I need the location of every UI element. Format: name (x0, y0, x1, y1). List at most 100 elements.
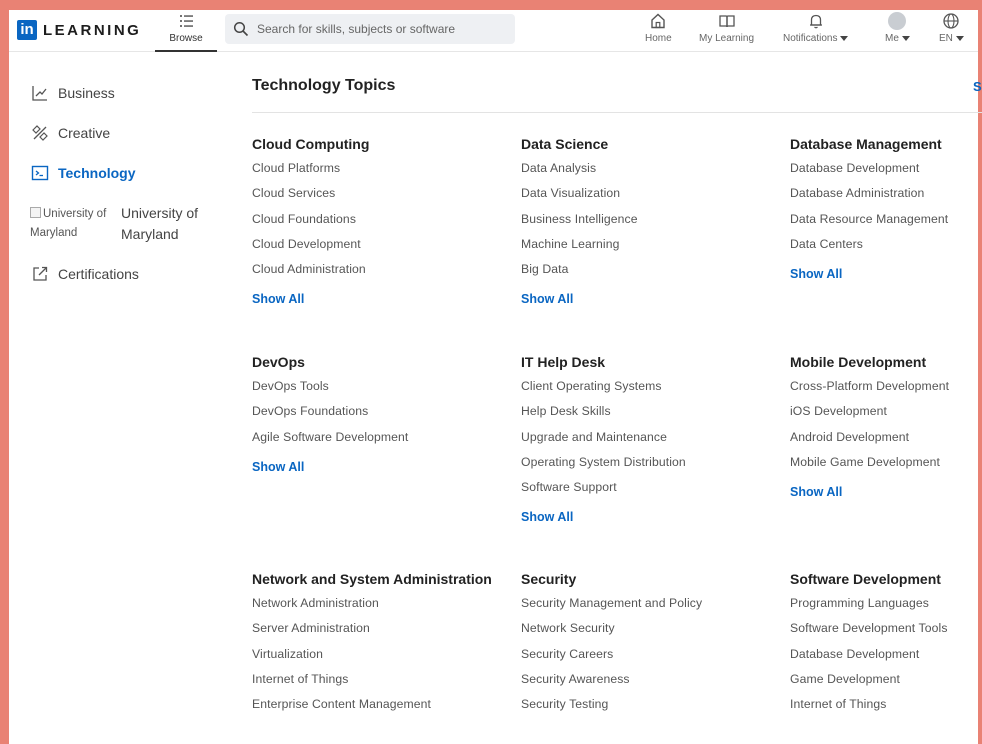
topic-link[interactable]: Mobile Game Development (790, 453, 980, 478)
topic-group-data-science: Data Science Data Analysis Data Visualiz… (521, 136, 781, 306)
university-name: University of Maryland (121, 205, 199, 242)
topic-link[interactable]: Server Administration (252, 619, 512, 644)
topic-link[interactable]: Software Support (521, 478, 781, 503)
topic-group-mobile-development: Mobile Development Cross-Platform Develo… (790, 354, 980, 499)
nav-my-learning[interactable]: My Learning (699, 12, 754, 44)
nav-notifications[interactable]: Notifications (783, 12, 849, 44)
topic-link[interactable]: Database Administration (790, 184, 980, 209)
sidebar-item-creative[interactable]: Creative (31, 124, 110, 142)
topic-link[interactable]: Cloud Administration (252, 260, 512, 285)
topic-link[interactable]: Cloud Development (252, 235, 512, 260)
search-bar[interactable] (225, 14, 515, 44)
topic-group-title[interactable]: IT Help Desk (521, 354, 781, 374)
topic-group-security: Security Security Management and Policy … (521, 571, 781, 720)
linkedin-logo-mark: in (17, 20, 37, 40)
topic-group-title[interactable]: Data Science (521, 136, 781, 156)
topic-link[interactable]: Internet of Things (252, 670, 512, 695)
show-all-link[interactable]: Show All (790, 267, 980, 281)
linkedin-learning-logo[interactable]: in LEARNING (17, 20, 141, 40)
search-input[interactable] (257, 22, 497, 36)
topic-group-database-management: Database Management Database Development… (790, 136, 980, 281)
topic-group-it-help-desk: IT Help Desk Client Operating Systems He… (521, 354, 781, 524)
divider (252, 112, 982, 113)
topic-link[interactable]: Security Testing (521, 695, 781, 720)
topic-group-title[interactable]: Software Development (790, 571, 980, 591)
screenshot-frame-top (0, 0, 982, 10)
topic-link[interactable]: Operating System Distribution (521, 453, 781, 478)
nav-home[interactable]: Home (645, 12, 672, 44)
topic-link[interactable]: Virtualization (252, 645, 512, 670)
topic-link[interactable]: Cloud Foundations (252, 210, 512, 235)
nav-me-label: Me (885, 33, 899, 44)
topic-link[interactable]: DevOps Tools (252, 377, 512, 402)
topic-link[interactable]: Enterprise Content Management (252, 695, 512, 720)
chart-icon (32, 86, 47, 101)
topic-link[interactable]: Data Analysis (521, 159, 781, 184)
top-nav-bar: in LEARNING Browse Home My Learning (9, 10, 978, 52)
list-menu-icon (180, 15, 193, 27)
topic-group-devops: DevOps DevOps Tools DevOps Foundations A… (252, 354, 512, 474)
topic-link[interactable]: DevOps Foundations (252, 402, 512, 427)
topic-link[interactable]: iOS Development (790, 402, 980, 427)
search-icon (233, 21, 249, 37)
topic-group-software-development: Software Development Programming Languag… (790, 571, 980, 720)
topic-link[interactable]: Security Management and Policy (521, 594, 781, 619)
topic-link[interactable]: Cloud Platforms (252, 159, 512, 184)
topic-link[interactable]: Network Administration (252, 594, 512, 619)
topic-link[interactable]: Software Development Tools (790, 619, 980, 644)
topic-group-title[interactable]: Mobile Development (790, 354, 980, 374)
topic-link[interactable]: Agile Software Development (252, 428, 512, 453)
browse-label: Browse (169, 33, 203, 44)
topic-group-title[interactable]: Security (521, 571, 781, 591)
university-logo-alt-text: University of Maryland (30, 208, 107, 239)
topic-group-title[interactable]: Database Management (790, 136, 980, 156)
topic-link[interactable]: Data Resource Management (790, 210, 980, 235)
topic-link[interactable]: Machine Learning (521, 235, 781, 260)
topic-link[interactable]: Programming Languages (790, 594, 980, 619)
external-link-icon (33, 266, 48, 281)
nav-my-learning-label: My Learning (699, 33, 755, 44)
show-all-link[interactable]: Show All (521, 510, 781, 524)
topic-link[interactable]: Internet of Things (790, 695, 980, 720)
topic-link[interactable]: Client Operating Systems (521, 377, 781, 402)
sidebar-item-label: Technology (58, 165, 136, 181)
topic-group-network-and-system-administration: Network and System Administration Networ… (252, 571, 512, 720)
terminal-icon (31, 165, 49, 181)
topic-group-title[interactable]: Cloud Computing (252, 136, 512, 156)
topic-link[interactable]: Help Desk Skills (521, 402, 781, 427)
sidebar-item-technology[interactable]: Technology (31, 164, 136, 182)
show-all-link[interactable]: Show All (790, 485, 980, 499)
topic-link[interactable]: Data Visualization (521, 184, 781, 209)
page-title: Technology Topics (252, 77, 396, 94)
show-all-link[interactable]: Show All (252, 460, 512, 474)
browse-button[interactable]: Browse (155, 10, 217, 52)
topic-group-title[interactable]: DevOps (252, 354, 512, 374)
pen-tool-icon (32, 125, 48, 141)
topic-link[interactable]: Cloud Services (252, 184, 512, 209)
nav-me[interactable]: Me (885, 12, 910, 44)
show-all-link[interactable]: Show All (252, 292, 512, 306)
topic-link[interactable]: Database Development (790, 159, 980, 184)
sidebar-item-certifications[interactable]: Certifications (31, 265, 139, 283)
topic-group-title[interactable]: Network and System Administration (252, 571, 512, 591)
topic-link[interactable]: Game Development (790, 670, 980, 695)
topic-link[interactable]: Data Centers (790, 235, 980, 260)
topic-link[interactable]: Cross-Platform Development (790, 377, 980, 402)
topic-link[interactable]: Android Development (790, 428, 980, 453)
topic-link[interactable]: Network Security (521, 619, 781, 644)
topic-link[interactable]: Upgrade and Maintenance (521, 428, 781, 453)
globe-icon (943, 13, 960, 29)
caret-down-icon (901, 35, 910, 41)
topic-link[interactable]: Security Careers (521, 645, 781, 670)
nav-language[interactable]: EN (939, 12, 964, 44)
nav-notifications-label: Notifications (783, 33, 838, 44)
show-all-link[interactable]: Show All (521, 292, 781, 306)
see-all-link[interactable]: S (973, 79, 982, 94)
topic-link[interactable]: Business Intelligence (521, 210, 781, 235)
caret-down-icon (840, 35, 849, 41)
sidebar-item-business[interactable]: Business (31, 84, 115, 102)
topic-link[interactable]: Database Development (790, 645, 980, 670)
topic-link[interactable]: Security Awareness (521, 670, 781, 695)
topic-link[interactable]: Big Data (521, 260, 781, 285)
book-icon (718, 15, 735, 28)
